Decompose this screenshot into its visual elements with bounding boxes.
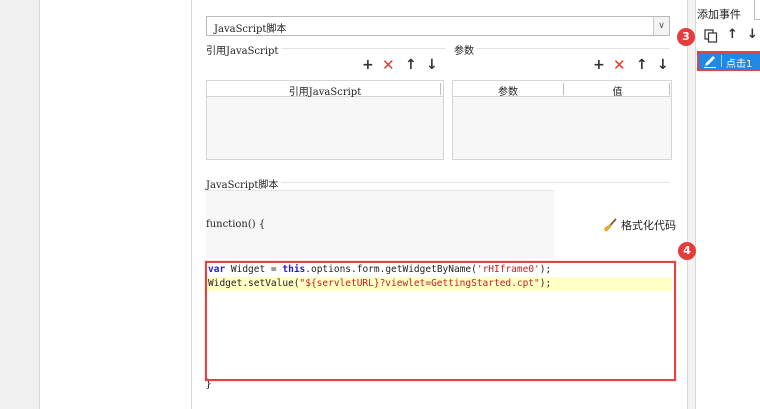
- event-item-label: 点击1: [726, 59, 753, 70]
- move-param-down-button[interactable]: ↓: [657, 58, 669, 72]
- remove-import-button[interactable]: ✕: [382, 58, 395, 73]
- params-table-body[interactable]: [453, 97, 671, 159]
- add-event-title: 添加事件: [697, 8, 741, 21]
- remove-param-button[interactable]: ✕: [613, 58, 626, 73]
- step-badge-4: 4: [678, 242, 696, 260]
- function-header: function() {: [206, 219, 266, 230]
- main-area: [40, 0, 192, 409]
- script-type-value: JavaScript脚本: [214, 24, 287, 35]
- edit-icon: [704, 56, 716, 68]
- move-param-up-button[interactable]: ↑: [636, 58, 648, 72]
- left-panel: [0, 0, 40, 409]
- format-code-button[interactable]: 格式化代码: [603, 216, 676, 234]
- splitter[interactable]: [688, 0, 696, 409]
- script-group-label: JavaScript脚本: [206, 176, 282, 191]
- move-import-down-button[interactable]: ↓: [426, 58, 438, 72]
- format-code-label: 格式化代码: [621, 219, 676, 232]
- copy-icon[interactable]: [704, 29, 718, 43]
- imports-table-body[interactable]: [207, 97, 443, 159]
- broom-icon: [604, 218, 617, 232]
- move-event-up-button[interactable]: ↑: [727, 28, 738, 42]
- imports-column-header: 引用JavaScript: [288, 87, 362, 98]
- move-import-up-button[interactable]: ↑: [405, 58, 417, 72]
- imports-table-header: 引用JavaScript: [207, 81, 443, 98]
- step-badge-3: 3: [677, 28, 695, 46]
- panel-corner: [754, 0, 760, 20]
- params-group-label: 参数: [454, 42, 477, 57]
- add-import-button[interactable]: +: [362, 58, 374, 72]
- event-item-selected[interactable]: 点击1: [697, 51, 760, 71]
- move-event-down-button[interactable]: ↓: [747, 28, 758, 42]
- item-separator: [721, 55, 722, 67]
- imports-group-label: 引用JavaScript: [206, 42, 282, 57]
- code-highlight-box: [205, 261, 676, 381]
- params-group-rule: [454, 48, 670, 49]
- param-value-column-header: 值: [612, 87, 623, 98]
- params-table: 参数 值: [452, 80, 672, 160]
- imports-table: 引用JavaScript: [206, 80, 444, 160]
- script-type-select[interactable]: JavaScript脚本 ∨: [206, 16, 670, 36]
- param-name-column-header: 参数: [498, 87, 518, 98]
- column-separator: [440, 83, 441, 95]
- chevron-down-icon[interactable]: ∨: [653, 17, 669, 35]
- add-param-button[interactable]: +: [593, 58, 605, 72]
- params-table-header: 参数 值: [453, 81, 671, 98]
- column-separator: [669, 83, 670, 95]
